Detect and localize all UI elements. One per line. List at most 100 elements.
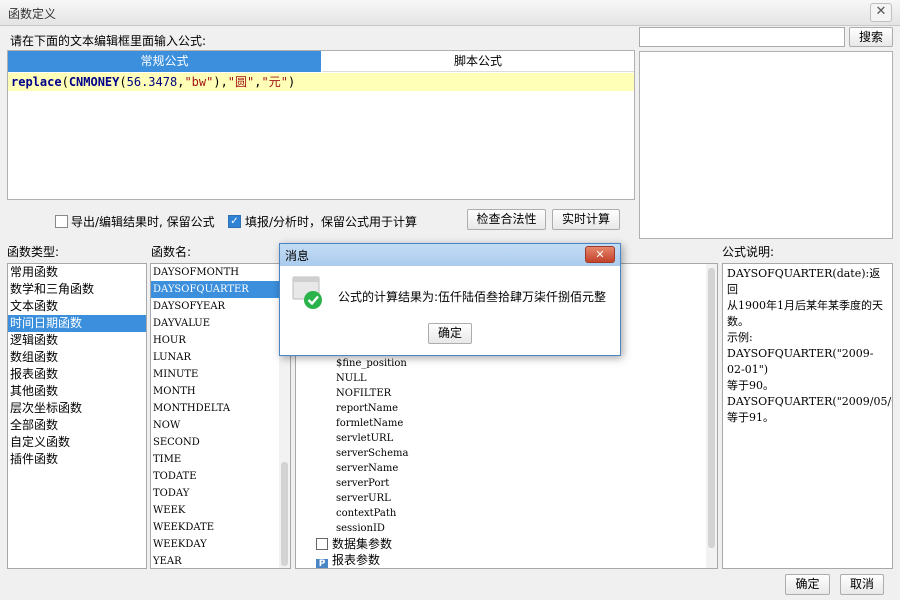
function-item[interactable]: DAYSOFMONTH [151, 264, 290, 281]
function-item[interactable]: WEEK [151, 502, 290, 519]
formula-desc-header: 公式说明: [722, 245, 775, 259]
category-item[interactable]: 逻辑函数 [8, 332, 146, 349]
function-item[interactable]: YEAR [151, 553, 290, 568]
window-title: 函数定义 [8, 7, 57, 21]
search-button[interactable]: 搜索 [849, 27, 893, 47]
dialog-close-button[interactable]: ✕ [585, 246, 615, 263]
parameter-item[interactable]: NULL [336, 371, 366, 386]
parameter-item[interactable]: serverName [336, 461, 398, 476]
function-item[interactable]: WEEKDAY [151, 536, 290, 553]
description-line: DAYSOFQUARTER("2009-02-01") [727, 347, 874, 376]
category-item[interactable]: 全部函数 [8, 417, 146, 434]
cancel-button[interactable]: 取消 [840, 574, 884, 595]
formula-token: "bw" [184, 75, 214, 89]
category-item[interactable]: 数学和三角函数 [8, 281, 146, 298]
realtime-calc-button[interactable]: 实时计算 [552, 209, 620, 230]
fill-keep-formula-checkbox[interactable]: ✓ [228, 215, 241, 228]
function-item[interactable]: LUNAR [151, 349, 290, 366]
function-item[interactable]: DAYVALUE [151, 315, 290, 332]
category-item[interactable]: 常用函数 [8, 264, 146, 281]
function-list: DAYSOFMONTH DAYSOFQUARTER DAYSOFYEAR DAYVAL… [150, 263, 291, 569]
function-item[interactable]: DAYSOFQUARTER [151, 281, 290, 298]
category-item[interactable]: 层次坐标函数 [8, 400, 146, 417]
window-close-button[interactable]: ✕ [870, 3, 892, 22]
window-titlebar: 函数定义 ✕ [0, 0, 900, 26]
dataset-params-label: 数据集参数 [332, 537, 393, 551]
formula-token: ), [213, 75, 228, 89]
tab-normal-formula[interactable]: 常规公式 [8, 51, 321, 72]
formula-token: replace [11, 75, 62, 89]
function-name-header: 函数名: [151, 245, 192, 259]
check-validity-button[interactable]: 检查合法性 [467, 209, 546, 230]
close-icon: ✕ [595, 248, 605, 261]
scroll-thumb[interactable] [281, 462, 288, 566]
parameter-item[interactable]: reportName [336, 401, 398, 416]
parameter-item[interactable]: $fine_position [336, 356, 407, 371]
formula-token: "圆" [227, 75, 255, 89]
dialog-titlebar: 消息 ✕ [280, 244, 620, 266]
formula-description: DAYSOFQUARTER(date):返回 从1900年1月后某年某季度的天 数。… [722, 263, 893, 569]
dataset-params-node[interactable]: 数据集参数 [316, 536, 392, 552]
dataset-icon [316, 538, 328, 550]
message-dialog: 消息 ✕ 公式的计算结果为:伍仟陆佰叁拾肆万柒仟捌佰元整 确定 [279, 243, 621, 356]
function-item[interactable]: SECOND [151, 434, 290, 451]
report-params-node[interactable]: P 报表参数 [316, 552, 380, 568]
description-line: 等于90。 [727, 379, 774, 392]
parameter-item[interactable]: NOFILTER [336, 386, 391, 401]
search-input[interactable] [639, 27, 845, 47]
category-item[interactable]: 报表函数 [8, 366, 146, 383]
parameter-item[interactable]: formletName [336, 416, 403, 431]
formula-token: ( [61, 75, 69, 89]
formula-token: ) [287, 75, 296, 89]
export-keep-formula-label: 导出/编辑结果时, 保留公式 [71, 215, 215, 229]
category-list: 常用函数 数学和三角函数 文本函数 时间日期函数 逻辑函数 数组函数 报表函数 其他函数 层次坐… [7, 263, 147, 569]
parameter-tree-scrollbar[interactable] [706, 264, 717, 568]
category-item[interactable]: 数组函数 [8, 349, 146, 366]
dialog-ok-button[interactable]: 确定 [428, 323, 472, 344]
parameter-item[interactable]: servletURL [336, 431, 393, 446]
export-keep-formula-checkbox[interactable] [55, 215, 68, 228]
search-results-panel [639, 51, 893, 239]
category-item[interactable]: 自定义函数 [8, 434, 146, 451]
category-item[interactable]: 插件函数 [8, 451, 146, 468]
formula-token: CNMONEY [68, 75, 120, 89]
function-item[interactable]: DAYSOFYEAR [151, 298, 290, 315]
parameter-item[interactable]: sessionID [336, 521, 385, 536]
formula-token: "元" [261, 75, 288, 89]
parameter-item[interactable]: serverSchema [336, 446, 408, 461]
tab-script-formula[interactable]: 脚本公式 [322, 51, 634, 72]
description-line: DAYSOFQUARTER(date):返回 [727, 267, 881, 296]
function-type-header: 函数类型: [7, 245, 60, 259]
description-line: 从1900年1月后某年某季度的天 [727, 299, 883, 312]
function-item[interactable]: HOUR [151, 332, 290, 349]
scroll-thumb[interactable] [708, 268, 715, 548]
dialog-message: 公式的计算结果为:伍仟陆佰叁拾肆万柒仟捌佰元整 [338, 290, 607, 304]
category-item[interactable]: 其他函数 [8, 383, 146, 400]
ok-button[interactable]: 确定 [785, 574, 830, 595]
parameter-item[interactable]: serverPort [336, 476, 389, 491]
report-param-icon: P [316, 559, 328, 568]
function-item[interactable]: TODATE [151, 468, 290, 485]
function-item[interactable]: TODAY [151, 485, 290, 502]
category-item[interactable]: 时间日期函数 [8, 315, 146, 332]
success-check-icon [292, 276, 322, 309]
checkmark-icon: ✓ [230, 216, 239, 227]
parameter-item[interactable]: serverURL [336, 491, 391, 506]
function-item[interactable]: MONTH [151, 383, 290, 400]
function-item[interactable]: NOW [151, 417, 290, 434]
fill-keep-formula-label: 填报/分析时，保留公式用于计算 [245, 215, 418, 229]
function-item[interactable]: MINUTE [151, 366, 290, 383]
formula-token: ( [119, 75, 127, 89]
dialog-title: 消息 [285, 249, 310, 263]
formula-editor[interactable]: replace(CNMONEY(56.3478,"bw"),"圆","元") [8, 73, 634, 91]
function-item[interactable]: WEEKDATE [151, 519, 290, 536]
formula-editor-panel: 常规公式 脚本公式 replace(CNMONEY(56.3478,"bw"),… [7, 50, 635, 200]
formula-token: 56.3478 [126, 75, 178, 89]
category-item[interactable]: 文本函数 [8, 298, 146, 315]
function-item[interactable]: MONTHDELTA [151, 400, 290, 417]
function-item[interactable]: TIME [151, 451, 290, 468]
close-icon: ✕ [875, 4, 887, 19]
formula-prompt-label: 请在下面的文本编辑框里面输入公式: [10, 34, 207, 48]
parameter-item[interactable]: contextPath [336, 506, 396, 521]
description-line: DAYSOFQUARTER("2009/05/05") [727, 395, 892, 408]
